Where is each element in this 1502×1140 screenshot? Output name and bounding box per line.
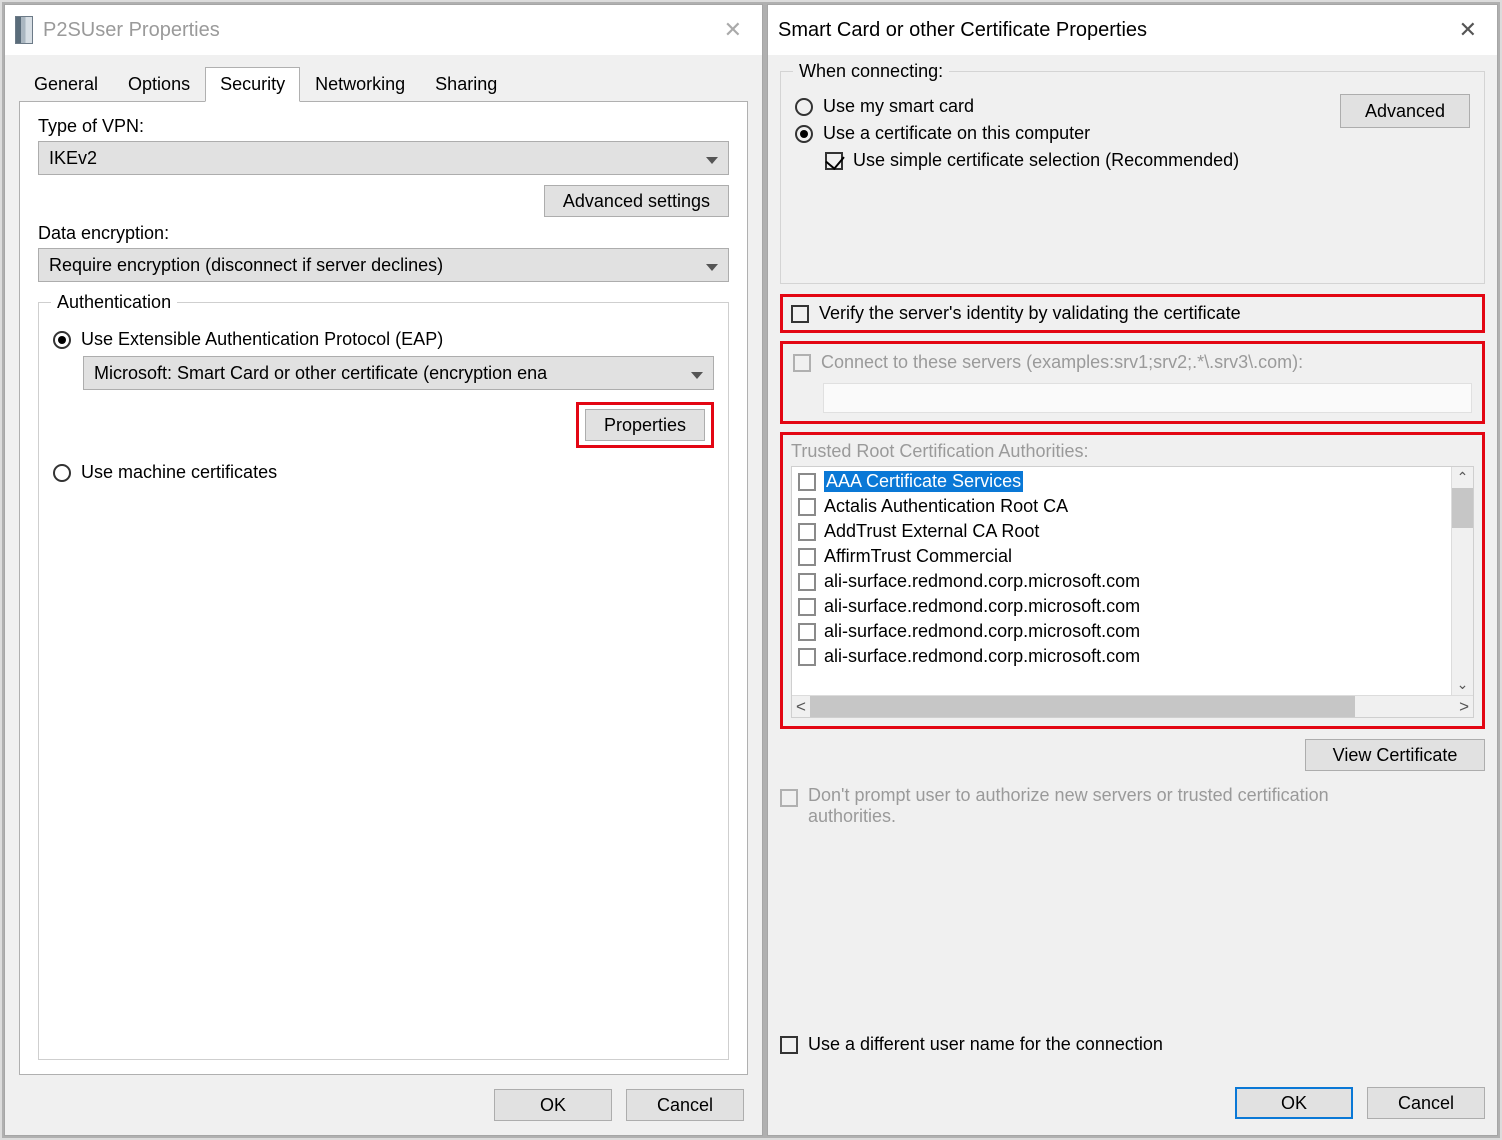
list-item[interactable]: ali-surface.redmond.corp.microsoft.com — [794, 569, 1449, 594]
tab-security[interactable]: Security — [205, 67, 300, 102]
window-title: P2SUser Properties — [43, 19, 220, 42]
checkbox-icon — [798, 623, 816, 641]
tab-panel-security: Type of VPN: IKEv2 Advanced settings Dat… — [19, 101, 748, 1075]
list-item[interactable]: AffirmTrust Commercial — [794, 544, 1449, 569]
list-item[interactable]: ali-surface.redmond.corp.microsoft.com — [794, 619, 1449, 644]
scrollbar-thumb[interactable] — [1452, 488, 1473, 528]
list-item[interactable]: ali-surface.redmond.corp.microsoft.com — [794, 644, 1449, 669]
cancel-button[interactable]: Cancel — [626, 1089, 744, 1121]
connect-servers-highlight: Connect to these servers (examples:srv1;… — [780, 341, 1485, 424]
eap-radio-row[interactable]: Use Extensible Authentication Protocol (… — [53, 329, 714, 350]
checkbox-icon — [780, 1036, 798, 1054]
trusted-cas-highlight: Trusted Root Certification Authorities: … — [780, 432, 1485, 729]
data-encryption-combo[interactable]: Require encryption (disconnect if server… — [38, 248, 729, 282]
smartcard-properties-window: Smart Card or other Certificate Properti… — [767, 4, 1498, 1136]
group-title: When connecting: — [793, 61, 949, 82]
chevron-down-icon — [706, 148, 718, 169]
checkbox-icon — [825, 152, 843, 170]
eap-method-combo[interactable]: Microsoft: Smart Card or other certifica… — [83, 356, 714, 390]
checkbox-icon — [798, 548, 816, 566]
servers-input — [823, 383, 1472, 413]
tab-options[interactable]: Options — [113, 67, 205, 102]
list-item[interactable]: ali-surface.redmond.corp.microsoft.com — [794, 594, 1449, 619]
chevron-up-icon: ⌃ — [1457, 467, 1469, 488]
checkbox-icon — [798, 648, 816, 666]
chevron-down-icon: ⌄ — [1457, 674, 1469, 695]
radio-icon — [795, 98, 813, 116]
radio-icon — [795, 125, 813, 143]
checkbox-icon — [798, 523, 816, 541]
tab-sharing[interactable]: Sharing — [420, 67, 512, 102]
ok-button[interactable]: OK — [1235, 1087, 1353, 1119]
verify-identity-checkbox[interactable]: Verify the server's identity by validati… — [791, 303, 1474, 324]
titlebar: Smart Card or other Certificate Properti… — [768, 5, 1497, 55]
dont-prompt-checkbox: Don't prompt user to authorize new serve… — [780, 785, 1485, 827]
checkbox-icon — [798, 573, 816, 591]
radio-icon — [53, 331, 71, 349]
list-item[interactable]: AAA Certificate Services — [794, 469, 1449, 494]
trusted-cas-listbox[interactable]: AAA Certificate Services Actalis Authent… — [791, 466, 1474, 718]
scrollbar-vertical[interactable]: ⌃ ⌄ — [1451, 467, 1473, 695]
checkbox-icon — [791, 305, 809, 323]
chevron-down-icon — [706, 255, 718, 276]
simple-selection-checkbox[interactable]: Use simple certificate selection (Recomm… — [825, 150, 1340, 171]
checkbox-icon — [798, 498, 816, 516]
use-smart-card-radio[interactable]: Use my smart card — [795, 96, 1340, 117]
tab-networking[interactable]: Networking — [300, 67, 420, 102]
chevron-left-icon: < — [792, 697, 810, 717]
app-icon — [15, 16, 33, 44]
checkbox-icon — [798, 473, 816, 491]
tab-general[interactable]: General — [19, 67, 113, 102]
data-encryption-label: Data encryption: — [38, 223, 729, 244]
when-connecting-group: When connecting: Use my smart card Use a… — [780, 71, 1485, 284]
vpn-type-combo[interactable]: IKEv2 — [38, 141, 729, 175]
authentication-group: Authentication Use Extensible Authentica… — [38, 302, 729, 1060]
scrollbar-horizontal[interactable]: < > — [792, 695, 1473, 717]
titlebar: P2SUser Properties ✕ — [5, 5, 762, 55]
advanced-button[interactable]: Advanced — [1340, 94, 1470, 128]
different-username-checkbox[interactable]: Use a different user name for the connec… — [780, 1034, 1485, 1055]
view-certificate-button[interactable]: View Certificate — [1305, 739, 1485, 771]
window-title: Smart Card or other Certificate Properti… — [778, 19, 1147, 42]
properties-button[interactable]: Properties — [585, 409, 705, 441]
close-icon[interactable]: ✕ — [714, 13, 752, 47]
authentication-title: Authentication — [51, 292, 177, 313]
advanced-settings-button[interactable]: Advanced settings — [544, 185, 729, 217]
list-item[interactable]: AddTrust External CA Root — [794, 519, 1449, 544]
checkbox-icon — [793, 354, 811, 372]
chevron-down-icon — [691, 363, 703, 384]
tab-strip: General Options Security Networking Shar… — [19, 67, 748, 101]
close-icon[interactable]: ✕ — [1449, 13, 1487, 47]
use-certificate-radio[interactable]: Use a certificate on this computer — [795, 123, 1340, 144]
machine-certs-radio-row[interactable]: Use machine certificates — [53, 462, 714, 483]
chevron-right-icon: > — [1455, 697, 1473, 717]
verify-highlight: Verify the server's identity by validati… — [780, 294, 1485, 333]
scrollbar-thumb[interactable] — [810, 696, 1355, 717]
list-item[interactable]: Actalis Authentication Root CA — [794, 494, 1449, 519]
ok-button[interactable]: OK — [494, 1089, 612, 1121]
cancel-button[interactable]: Cancel — [1367, 1087, 1485, 1119]
connect-servers-checkbox: Connect to these servers (examples:srv1;… — [793, 352, 1472, 373]
radio-icon — [53, 464, 71, 482]
checkbox-icon — [780, 789, 798, 807]
p2s-properties-window: P2SUser Properties ✕ General Options Sec… — [4, 4, 763, 1136]
vpn-type-label: Type of VPN: — [38, 116, 729, 137]
trusted-cas-label: Trusted Root Certification Authorities: — [791, 441, 1474, 462]
checkbox-icon — [798, 598, 816, 616]
